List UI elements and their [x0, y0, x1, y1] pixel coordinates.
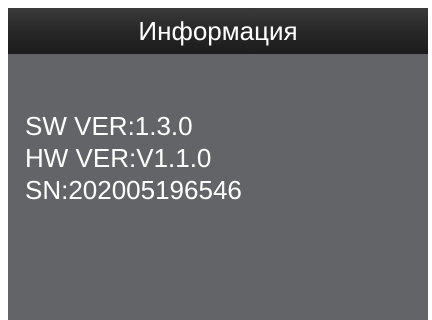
- serial-number-label: SN:202005196546: [25, 175, 242, 205]
- info-screen: Информация SW VER:1.3.0 HW VER:V1.1.0 SN…: [8, 8, 428, 320]
- software-version-label: SW VER:1.3.0: [25, 111, 193, 141]
- device-info-block: SW VER:1.3.0 HW VER:V1.1.0 SN:2020051965…: [25, 110, 242, 206]
- page-title: Информация: [138, 16, 298, 46]
- title-bar: Информация: [8, 8, 428, 54]
- hardware-version-label: HW VER:V1.1.0: [25, 143, 212, 173]
